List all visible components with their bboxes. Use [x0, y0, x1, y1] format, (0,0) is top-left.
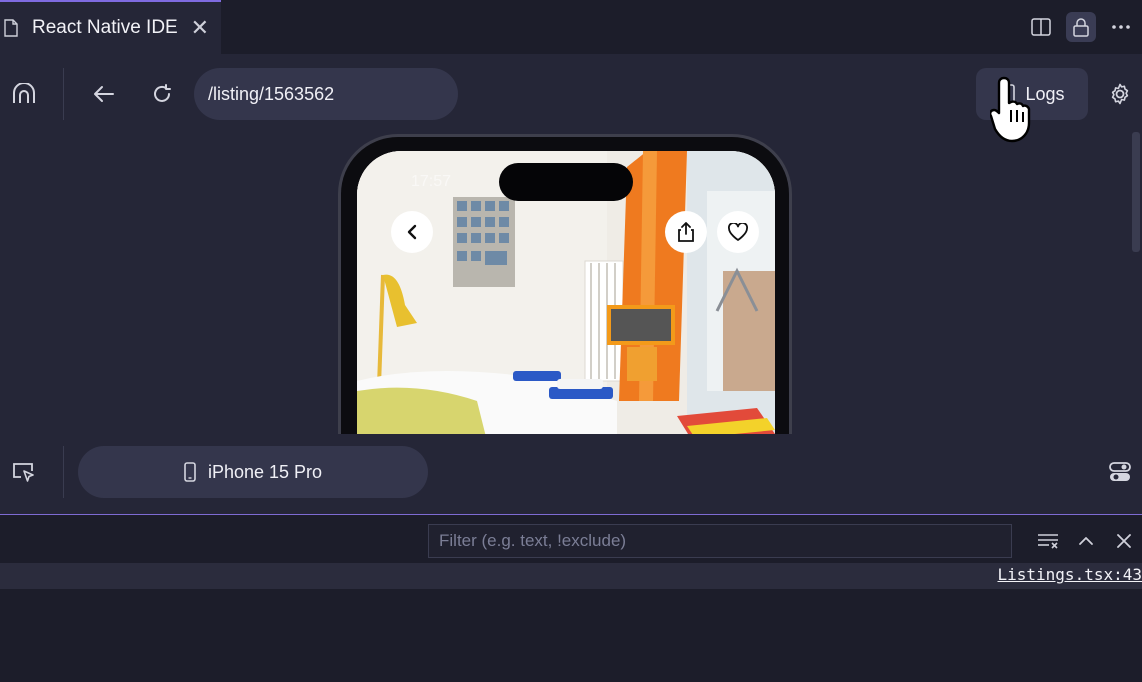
close-tab-icon[interactable]: ✕ [191, 17, 209, 39]
device-selector[interactable]: iPhone 15 Pro [78, 446, 428, 498]
phone-screen[interactable]: 17:57 [357, 151, 775, 434]
share-icon[interactable] [665, 211, 707, 253]
tab-title: React Native IDE [32, 17, 178, 38]
more-actions-icon[interactable] [1106, 12, 1136, 42]
phone-icon [184, 462, 196, 482]
back-arrow-icon[interactable] [88, 78, 120, 110]
collapse-panel-icon[interactable] [1072, 528, 1100, 554]
inspect-element-icon[interactable] [8, 456, 40, 488]
hand-cursor-icon [990, 76, 1031, 143]
dynamic-island [499, 163, 633, 201]
url-bar[interactable]: /listing/1563562 [194, 68, 458, 120]
close-panel-icon[interactable] [1110, 528, 1138, 554]
filter-input[interactable]: Filter (e.g. text, !exclude) [428, 524, 1012, 558]
log-row [0, 563, 1142, 589]
gear-icon[interactable] [1104, 78, 1136, 110]
lock-icon[interactable] [1066, 12, 1096, 42]
clear-logs-icon[interactable] [1034, 528, 1062, 554]
device-preview: 17:57 [338, 134, 792, 434]
file-icon [4, 19, 18, 37]
device-label: iPhone 15 Pro [207, 461, 323, 482]
bottom-divider [63, 446, 64, 498]
home-icon[interactable] [8, 78, 40, 110]
toolbar-divider [63, 68, 64, 120]
favorite-heart-icon[interactable] [717, 211, 759, 253]
back-chevron-icon[interactable] [391, 211, 433, 253]
scrollbar[interactable] [1132, 132, 1140, 252]
device-settings-toggle-icon[interactable] [1104, 456, 1136, 488]
tab-react-native-ide[interactable]: React Native IDE ✕ [0, 0, 221, 54]
split-editor-icon[interactable] [1026, 12, 1056, 42]
window-buttons [1026, 12, 1136, 42]
status-time: 17:57 [411, 173, 452, 190]
tab-bar: React Native IDE ✕ [0, 0, 1142, 54]
log-source-link[interactable]: Listings.tsx:43 [998, 565, 1142, 584]
reload-icon[interactable] [146, 78, 178, 110]
